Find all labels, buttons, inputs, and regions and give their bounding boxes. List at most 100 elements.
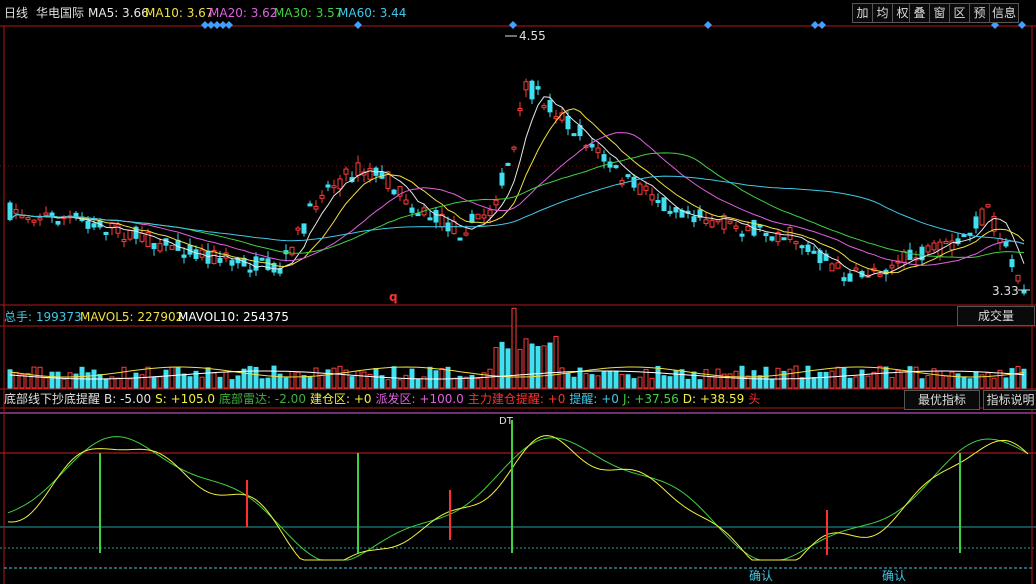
toolbar-window-button[interactable]: 窗 bbox=[929, 3, 950, 23]
volume-bar bbox=[715, 368, 721, 389]
candle-body bbox=[565, 115, 571, 130]
volume-bar bbox=[745, 375, 751, 389]
candle-body bbox=[25, 217, 31, 221]
volume-bar bbox=[871, 371, 877, 389]
volume-bar bbox=[247, 366, 253, 389]
volume-bar bbox=[859, 369, 865, 389]
volume-bar bbox=[13, 371, 19, 389]
candle-body bbox=[1021, 290, 1027, 294]
candle-body bbox=[727, 220, 733, 224]
toolbar-forecast-button[interactable]: 预 bbox=[969, 3, 990, 23]
low-price-label: 3.33 bbox=[992, 284, 1019, 298]
candle-body bbox=[667, 210, 673, 214]
volume-bar bbox=[793, 365, 799, 389]
candle-body bbox=[601, 154, 607, 162]
toolbar-average-button[interactable]: 均 bbox=[872, 3, 893, 23]
volume-indicator-button[interactable]: 成交量 bbox=[957, 306, 1035, 326]
volume-bar bbox=[751, 370, 757, 389]
candle-body bbox=[193, 249, 199, 259]
volume-bar bbox=[73, 373, 79, 389]
volume-mavol10: MAVOL10: 254375 bbox=[178, 310, 289, 324]
candle-body bbox=[745, 225, 751, 232]
candle-body bbox=[931, 242, 937, 251]
volume-bar bbox=[475, 378, 481, 389]
best-indicator-button[interactable]: 最优指标 bbox=[904, 390, 980, 410]
candle-body bbox=[523, 81, 529, 91]
volume-bar bbox=[313, 367, 319, 389]
indicator-legend-item: 头 bbox=[748, 392, 761, 406]
volume-bar bbox=[163, 369, 169, 389]
candle-body bbox=[343, 168, 349, 175]
period-label[interactable]: 日线 bbox=[4, 6, 28, 20]
volume-bar bbox=[823, 371, 829, 389]
candle-body bbox=[733, 225, 739, 229]
volume-bar bbox=[547, 342, 553, 389]
candle-body bbox=[613, 165, 619, 169]
candle-body bbox=[589, 143, 595, 148]
volume-bar bbox=[85, 372, 91, 389]
indicator-help-button[interactable]: 指标说明 bbox=[983, 390, 1036, 410]
chart-canvas[interactable] bbox=[0, 0, 1036, 584]
toolbar-overlay-button[interactable]: 叠 bbox=[909, 3, 930, 23]
candle-body bbox=[103, 232, 109, 236]
candle-body bbox=[511, 146, 517, 150]
volume-bar bbox=[19, 374, 25, 389]
candle-body bbox=[307, 203, 313, 207]
confirm-signal-label: 确认 bbox=[749, 569, 774, 583]
volume-bar bbox=[151, 376, 157, 389]
volume-bar bbox=[973, 371, 979, 389]
candle-body bbox=[139, 232, 145, 242]
volume-bar bbox=[493, 347, 499, 389]
candle-body bbox=[643, 185, 649, 191]
candle-body bbox=[403, 199, 409, 205]
volume-bar bbox=[385, 379, 391, 389]
volume-bar bbox=[661, 375, 667, 389]
volume-bar bbox=[589, 374, 595, 389]
candle-body bbox=[505, 162, 511, 166]
volume-bar bbox=[559, 367, 565, 389]
volume-bar bbox=[733, 370, 739, 389]
volume-bar bbox=[919, 378, 925, 389]
indicator-legend-item: 底部雷达: -2.00 bbox=[219, 392, 306, 406]
volume-bar bbox=[487, 368, 493, 389]
candle-body bbox=[943, 241, 949, 245]
candle-body bbox=[451, 221, 457, 235]
candle-body bbox=[793, 241, 799, 245]
candle-body bbox=[247, 269, 253, 273]
volume-bar bbox=[931, 368, 937, 389]
j-line bbox=[7, 436, 1029, 561]
volume-bar bbox=[175, 367, 181, 389]
candle-body bbox=[409, 207, 415, 213]
volume-bar bbox=[967, 378, 973, 389]
candle-body bbox=[19, 215, 25, 219]
volume-bar bbox=[769, 378, 775, 389]
volume-bar bbox=[295, 371, 301, 389]
candle-body bbox=[529, 80, 535, 100]
candle-body bbox=[517, 108, 523, 112]
volume-bar bbox=[505, 348, 511, 389]
candle-body bbox=[319, 194, 325, 199]
candle-body bbox=[787, 227, 793, 240]
volume-bar bbox=[283, 377, 289, 389]
indicator-legend-item: 提醒: +0 bbox=[569, 392, 619, 406]
volume-bar bbox=[541, 345, 547, 389]
signal-diamond-icon bbox=[509, 21, 517, 29]
volume-bar bbox=[601, 371, 607, 389]
candle-body bbox=[469, 213, 475, 223]
volume-bar bbox=[241, 368, 247, 389]
candle-body bbox=[475, 213, 481, 220]
toolbar-range-button[interactable]: 区 bbox=[949, 3, 970, 23]
volume-bar bbox=[415, 378, 421, 389]
volume-bar bbox=[511, 307, 517, 389]
confirm-signal-label: 确认 bbox=[882, 569, 907, 583]
candle-body bbox=[427, 217, 433, 221]
volume-bar bbox=[361, 371, 367, 389]
candle-body bbox=[925, 245, 931, 253]
signal-diamond-icon bbox=[811, 21, 819, 29]
toolbar-info-button[interactable]: 信息 bbox=[989, 3, 1019, 23]
toolbar-add-button[interactable]: 加 bbox=[852, 3, 873, 23]
candle-body bbox=[973, 216, 979, 229]
volume-bar bbox=[97, 374, 103, 389]
candle-body bbox=[43, 212, 49, 216]
candle-body bbox=[535, 86, 541, 90]
